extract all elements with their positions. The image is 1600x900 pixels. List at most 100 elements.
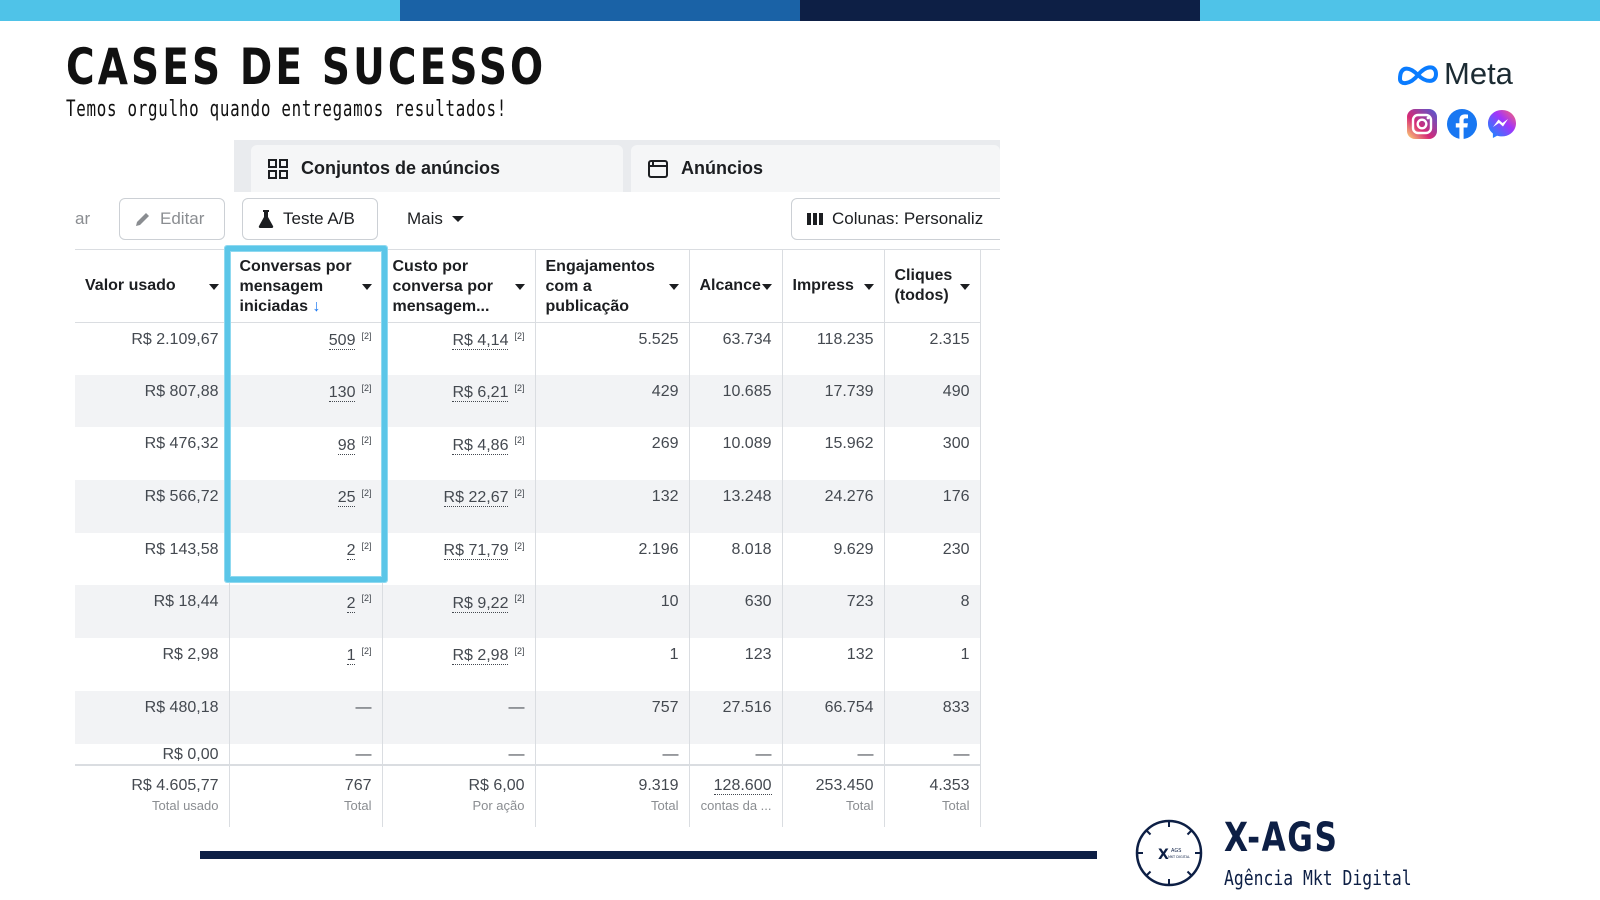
cell-value: 98 [337,436,356,455]
table-cell: 490 [884,374,981,428]
cell-value: 123 [744,646,772,664]
col-header-conversations[interactable]: Conversas por mensagem iniciadas ↓ [229,250,383,323]
table-cell: 27.516 [689,690,783,744]
cell-value: R$ 6,21 [452,384,509,403]
xags-logo: X AGS MKT DIGITAL [1134,818,1204,888]
table-row[interactable]: R$ 0,00 — — — — — — [75,743,981,765]
cell-value: 27.516 [722,698,772,716]
edit-button-label: Editar [160,209,205,228]
header-label: Valor usado [85,276,176,294]
cell-value: — [857,745,874,763]
more-label: Mais [407,209,443,228]
columns-button[interactable]: Colunas: Personaliz [791,198,1000,240]
slide-subtitle: Temos orgulho quando entregamos resultad… [66,97,508,122]
total-label: Total [942,797,970,813]
caret-down-icon [451,216,464,222]
cell-value: 15.962 [824,435,874,453]
footnote-mark: [2] [361,540,372,551]
more-dropdown[interactable]: Mais [393,198,479,240]
pencil-icon [136,213,149,226]
col-header-clicks[interactable]: Cliques (todos) [884,250,981,323]
col-header-amount-spent[interactable]: Valor usado [75,250,230,323]
cell-value: 132 [846,646,874,664]
table-cell: 1 [2] [229,638,383,691]
table-row[interactable]: R$ 18,44 2 [2] R$ 9,22 [2] 10 630 723 8 [75,585,981,639]
cell-value: 132 [651,488,679,506]
total-value: 128.600 [713,776,772,795]
table-cell: R$ 566,72 [75,480,230,533]
table-cell: 24.276 [782,480,885,533]
caret-down-icon [668,284,679,290]
total-cell: 4.353 Total [884,763,981,827]
table-cell: 1 [535,638,690,691]
table-cell: R$ 9,22 [2] [382,585,536,639]
col-header-engagement[interactable]: Engajamentos com a publicação [535,250,690,323]
cell-value: R$ 22,67 [443,489,509,508]
table-cell: 132 [535,480,690,533]
footnote-mark: [2] [514,646,525,657]
tab-ad-sets[interactable]: Conjuntos de anúncios [251,145,623,192]
table-cell: 98 [2] [229,427,383,481]
brand-tagline: Agência Mkt Digital [1224,866,1412,890]
total-cell: 128.600 contas da ... [689,763,783,827]
sort-arrow-icon: ↓ [312,297,321,315]
footnote-mark: [2] [514,330,525,341]
columns-icon [807,213,823,225]
social-icons [1406,108,1518,140]
messenger-icon [1486,108,1518,140]
cell-value: 13.248 [722,488,772,506]
table-row[interactable]: R$ 2.109,67 509 [2] R$ 4,14 [2] 5.525 63.734 11… [75,322,981,375]
edit-button[interactable]: Editar [119,198,225,240]
table-cell: 132 [782,638,885,691]
cell-value: 9.629 [833,540,874,558]
table-row[interactable]: R$ 480,18 — — 757 27.516 66.754 833 [75,690,981,744]
table-cell: 10.089 [689,427,783,481]
cell-value: 2.196 [638,540,679,558]
cell-value: R$ 2,98 [162,646,219,664]
tab-ads[interactable]: Anúncios [631,145,1000,192]
table-cell: 2 [2] [229,532,383,586]
total-cell: 253.450 Total [782,763,885,827]
caret-down-icon [361,284,372,290]
cell-value: — [355,698,372,716]
logo-sub-text: MKT DIGITAL [1168,855,1190,859]
table-row[interactable]: R$ 566,72 25 [2] R$ 22,67 [2] 132 13.248 24.276… [75,480,981,533]
table-row[interactable]: R$ 2,98 1 [2] R$ 2,98 [2] 1 123 132 1 [75,638,981,691]
col-header-cost-per-conversation[interactable]: Custo por conversa por mensagem... [382,250,536,323]
table-cell: — [782,743,885,765]
footnote-mark: [2] [361,330,372,341]
table-cell: — [884,743,981,765]
cell-value: 66.754 [824,698,874,716]
table-row[interactable]: R$ 807,88 130 [2] R$ 6,21 [2] 429 10.685 17.739… [75,374,981,428]
cell-value: 5.525 [638,330,679,348]
table-cell: — [382,743,536,765]
top-bar-segment [1200,0,1600,21]
ab-test-button[interactable]: Teste A/B [242,198,378,240]
total-label: Total [344,797,372,813]
cell-value: — [508,745,525,763]
ad-window-icon [648,159,668,178]
meta-infinity-icon [1397,65,1439,86]
cell-value: 8 [960,593,970,611]
brand-name: X-AGS [1224,815,1339,861]
table-row[interactable]: R$ 143,58 2 [2] R$ 71,79 [2] 2.196 8.018 9.629 2… [75,532,981,586]
ads-manager-screenshot: Conjuntos de anúncios Anúncios ar Editar… [75,140,1000,840]
table-cell: 269 [535,427,690,481]
table-row[interactable]: R$ 476,32 98 [2] R$ 4,86 [2] 269 10.089 15.962 3… [75,427,981,481]
cell-value: 833 [942,698,970,716]
footnote-mark: [2] [361,488,372,499]
meta-logo: Meta [1396,56,1513,92]
table-cell: 118.235 [782,322,885,375]
cell-value: 630 [744,593,772,611]
logo-small-text: AGS [1171,848,1181,854]
partial-button[interactable]: ar [75,198,99,240]
footnote-mark: [2] [361,646,372,657]
table-cell: R$ 22,67 [2] [382,480,536,533]
cell-value: 25 [337,489,356,508]
top-bar-segment [0,0,400,21]
top-color-bar [0,0,1600,21]
col-header-impressions[interactable]: Impress [782,250,885,323]
total-label: Total [846,797,874,813]
col-header-reach[interactable]: Alcance [689,250,783,323]
table-cell: 9.629 [782,532,885,586]
